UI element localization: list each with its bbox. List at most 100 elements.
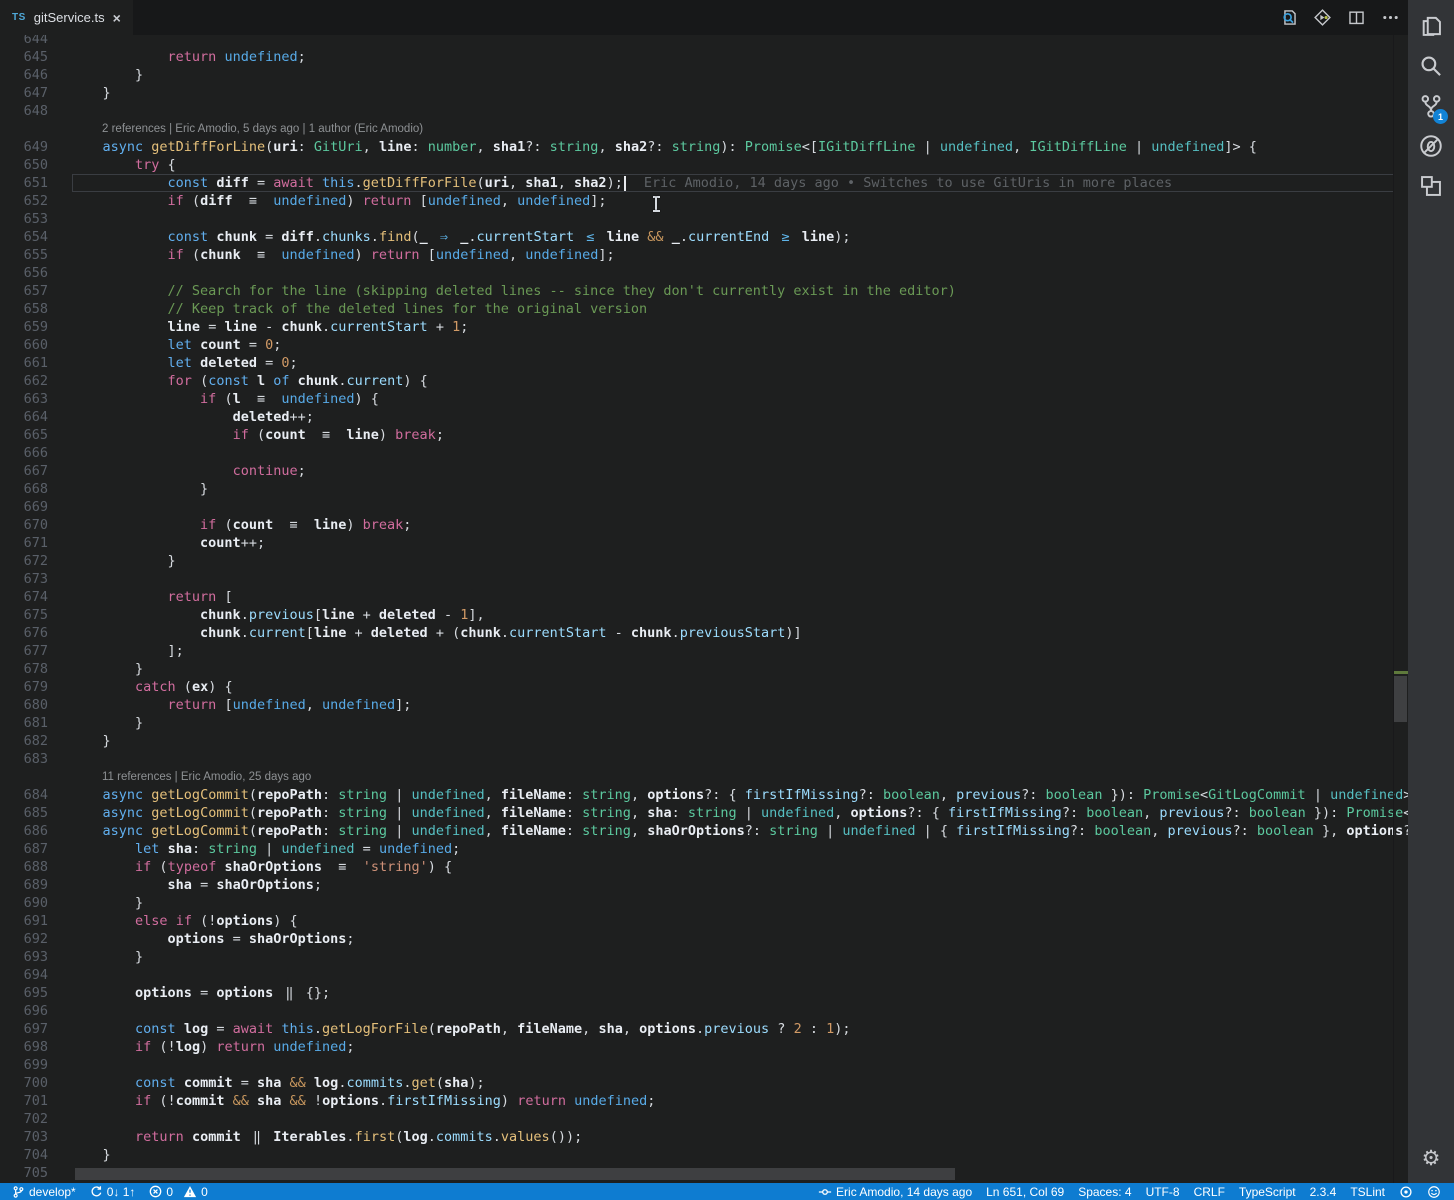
line-number[interactable]: 649 bbox=[0, 138, 48, 156]
code-line-663[interactable]: 663 if (l ≡ undefined) { bbox=[0, 390, 1394, 408]
code-line-673[interactable]: 673 bbox=[0, 570, 1394, 588]
code-line-670[interactable]: 670 if (count ≡ line) break; bbox=[0, 516, 1394, 534]
code-line-686[interactable]: 686 async getLogCommit(repoPath: string … bbox=[0, 822, 1408, 840]
encoding-item[interactable]: UTF-8 bbox=[1139, 1183, 1187, 1200]
line-number[interactable]: 648 bbox=[0, 102, 48, 120]
line-number[interactable]: 663 bbox=[0, 390, 48, 408]
gitlens-icon[interactable] bbox=[1312, 8, 1332, 28]
code-line-650[interactable]: 650 try { bbox=[0, 156, 1394, 174]
code-line-656[interactable]: 656 bbox=[0, 264, 1394, 282]
code-line-691[interactable]: 691 else if (!options) { bbox=[0, 912, 1394, 930]
line-number[interactable]: 651 bbox=[0, 174, 48, 192]
line-number[interactable]: 650 bbox=[0, 156, 48, 174]
more-actions-icon[interactable] bbox=[1380, 8, 1400, 28]
source-control-icon[interactable]: 1 bbox=[1408, 86, 1454, 126]
feedback-item[interactable] bbox=[1420, 1183, 1448, 1200]
code-line-674[interactable]: 674 return [ bbox=[0, 588, 1394, 606]
line-number[interactable]: 702 bbox=[0, 1110, 48, 1128]
sync-item[interactable]: 0↓ 1↑ bbox=[83, 1183, 143, 1200]
code-line-693[interactable]: 693 } bbox=[0, 948, 1394, 966]
code-line-692[interactable]: 692 options = shaOrOptions; bbox=[0, 930, 1394, 948]
line-number[interactable]: 692 bbox=[0, 930, 48, 948]
code-line-660[interactable]: 660 let count = 0; bbox=[0, 336, 1394, 354]
line-number[interactable]: 664 bbox=[0, 408, 48, 426]
line-number[interactable]: 673 bbox=[0, 570, 48, 588]
code-line-672[interactable]: 672 } bbox=[0, 552, 1394, 570]
line-number[interactable]: 654 bbox=[0, 228, 48, 246]
line-number[interactable]: 674 bbox=[0, 588, 48, 606]
code-line-654[interactable]: 654 const chunk = diff.chunks.find(_ ⇒ _… bbox=[0, 228, 1394, 246]
line-number[interactable]: 660 bbox=[0, 336, 48, 354]
line-number[interactable]: 671 bbox=[0, 534, 48, 552]
line-number[interactable]: 652 bbox=[0, 192, 48, 210]
line-number[interactable]: 704 bbox=[0, 1146, 48, 1164]
code-line-671[interactable]: 671 count++; bbox=[0, 534, 1394, 552]
tslint-status-item[interactable] bbox=[1392, 1183, 1420, 1200]
line-number[interactable]: 694 bbox=[0, 966, 48, 984]
line-number[interactable]: 687 bbox=[0, 840, 48, 858]
code-line-695[interactable]: 695 options = options ‖ {}; bbox=[0, 984, 1394, 1002]
line-number[interactable]: 667 bbox=[0, 462, 48, 480]
line-number[interactable]: 688 bbox=[0, 858, 48, 876]
code-line-667[interactable]: 667 continue; bbox=[0, 462, 1394, 480]
line-number[interactable]: 700 bbox=[0, 1074, 48, 1092]
line-number[interactable]: 683 bbox=[0, 750, 48, 768]
code-line-684[interactable]: 684 async getLogCommit(repoPath: string … bbox=[0, 786, 1408, 804]
code-line-644[interactable]: 644 bbox=[0, 35, 1394, 48]
code-line-647[interactable]: 647 } bbox=[0, 84, 1394, 102]
code-line-685[interactable]: 685 async getLogCommit(repoPath: string … bbox=[0, 804, 1408, 822]
code-line-682[interactable]: 682 } bbox=[0, 732, 1394, 750]
code-line-694[interactable]: 694 bbox=[0, 966, 1394, 984]
code-line-700[interactable]: 700 const commit = sha && log.commits.ge… bbox=[0, 1074, 1394, 1092]
code-line-704[interactable]: 704 } bbox=[0, 1146, 1394, 1164]
code-line-699[interactable]: 699 bbox=[0, 1056, 1394, 1074]
line-number[interactable]: 672 bbox=[0, 552, 48, 570]
code-line-655[interactable]: 655 if (chunk ≡ undefined) return [undef… bbox=[0, 246, 1394, 264]
git-branch-item[interactable]: develop* bbox=[5, 1183, 83, 1200]
code-line-662[interactable]: 662 for (const l of chunk.current) { bbox=[0, 372, 1394, 390]
line-number[interactable]: 703 bbox=[0, 1128, 48, 1146]
problems-item[interactable]: 0 0 bbox=[142, 1183, 214, 1200]
open-changes-icon[interactable] bbox=[1278, 8, 1298, 28]
code-line-702[interactable]: 702 bbox=[0, 1110, 1394, 1128]
line-number[interactable]: 701 bbox=[0, 1092, 48, 1110]
vertical-scrollbar[interactable] bbox=[1393, 35, 1408, 1183]
line-number[interactable]: 647 bbox=[0, 84, 48, 102]
split-editor-icon[interactable] bbox=[1346, 8, 1366, 28]
line-number[interactable]: 659 bbox=[0, 318, 48, 336]
code-line-666[interactable]: 666 bbox=[0, 444, 1394, 462]
line-number[interactable]: 644 bbox=[0, 35, 48, 48]
language-item[interactable]: TypeScript bbox=[1232, 1183, 1303, 1200]
tab-gitservice[interactable]: TS gitService.ts × bbox=[0, 0, 133, 35]
line-number[interactable]: 668 bbox=[0, 480, 48, 498]
eol-item[interactable]: CRLF bbox=[1187, 1183, 1232, 1200]
horizontal-scrollbar-thumb[interactable] bbox=[75, 1168, 955, 1180]
code-line-697[interactable]: 697 const log = await this.getLogForFile… bbox=[0, 1020, 1394, 1038]
tslint-item[interactable]: TSLint bbox=[1343, 1183, 1392, 1200]
blame-item[interactable]: Eric Amodio, 14 days ago bbox=[811, 1183, 979, 1200]
code-line-688[interactable]: 688 if (typeof shaOrOptions ≡ 'string') … bbox=[0, 858, 1394, 876]
line-number[interactable]: 693 bbox=[0, 948, 48, 966]
line-number[interactable]: 678 bbox=[0, 660, 48, 678]
code-line-683[interactable]: 683 bbox=[0, 750, 1394, 768]
close-tab-icon[interactable]: × bbox=[113, 11, 121, 25]
line-number[interactable]: 677 bbox=[0, 642, 48, 660]
indentation-item[interactable]: Spaces: 4 bbox=[1071, 1183, 1138, 1200]
code-line-701[interactable]: 701 if (!commit && sha && !options.first… bbox=[0, 1092, 1394, 1110]
vertical-scrollbar-thumb[interactable] bbox=[1394, 676, 1407, 722]
line-number[interactable]: 676 bbox=[0, 624, 48, 642]
line-number[interactable]: 682 bbox=[0, 732, 48, 750]
cursor-position-item[interactable]: Ln 651, Col 69 bbox=[979, 1183, 1071, 1200]
code-line-677[interactable]: 677 ]; bbox=[0, 642, 1394, 660]
code-line-687[interactable]: 687 let sha: string | undefined = undefi… bbox=[0, 840, 1394, 858]
line-number[interactable]: 656 bbox=[0, 264, 48, 282]
line-number[interactable]: 665 bbox=[0, 426, 48, 444]
code-line-680[interactable]: 680 return [undefined, undefined]; bbox=[0, 696, 1394, 714]
line-number[interactable]: 670 bbox=[0, 516, 48, 534]
explorer-icon[interactable] bbox=[1408, 6, 1454, 46]
line-number[interactable]: 696 bbox=[0, 1002, 48, 1020]
search-icon[interactable] bbox=[1408, 46, 1454, 86]
code-line-675[interactable]: 675 chunk.previous[line + deleted - 1], bbox=[0, 606, 1394, 624]
line-number[interactable]: 662 bbox=[0, 372, 48, 390]
line-number[interactable]: 646 bbox=[0, 66, 48, 84]
